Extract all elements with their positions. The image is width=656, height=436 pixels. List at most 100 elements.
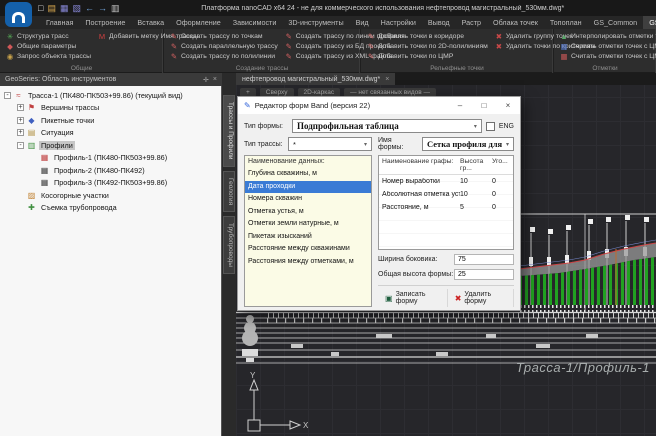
- ribbon-tab[interactable]: Облака точек: [487, 16, 544, 29]
- tree-item[interactable]: + ◆ Пикетные точки: [0, 114, 221, 127]
- title-bar: □▤▦▧←→▥ Платформа nanoCAD x64 24 - не дл…: [0, 0, 656, 16]
- form-name-combobox[interactable]: Сетка профиля для геологии 1 ▾: [422, 137, 514, 151]
- minimize-button[interactable]: –: [448, 97, 472, 114]
- ribbon-tab[interactable]: Вид: [350, 16, 375, 29]
- palette-tab[interactable]: Трассы и Профили: [223, 95, 235, 167]
- open-icon[interactable]: ▤: [47, 1, 56, 15]
- eng-checkbox[interactable]: [486, 122, 495, 131]
- ribbon-button[interactable]: ✎Создать трассу по полилинии: [170, 52, 278, 62]
- data-name-item[interactable]: Глубина скважины, м: [245, 168, 371, 181]
- data-name-item[interactable]: Дата проходки: [245, 181, 371, 194]
- ribbon-button[interactable]: ✎Добавить точки по ЦМР: [367, 52, 488, 62]
- trace-type-combobox[interactable]: * ▾: [288, 137, 372, 151]
- tree-item-icon: ▦: [40, 153, 49, 162]
- chevron-down-icon: ▾: [364, 141, 367, 148]
- ribbon-tab[interactable]: Настройки: [375, 16, 422, 29]
- table-row[interactable]: Номер выработки 10 0: [379, 175, 513, 188]
- ribbon-tab[interactable]: Топоплан: [544, 16, 588, 29]
- eng-label: ENG: [499, 123, 514, 130]
- palette-tab[interactable]: Трубопроводы: [223, 216, 235, 274]
- palette-tab[interactable]: Геология: [223, 171, 235, 212]
- delete-form-button[interactable]: ✖ Удалить форму: [448, 289, 514, 307]
- tree-expand-toggle[interactable]: +: [17, 104, 24, 111]
- form-height-input[interactable]: [454, 269, 514, 280]
- ribbon-tab[interactable]: Вывод: [422, 16, 456, 29]
- tree-expand-toggle[interactable]: -: [17, 142, 24, 149]
- form-type-combobox[interactable]: Подпрофильная таблица ▾: [292, 119, 482, 133]
- nanocad-logo-icon[interactable]: [5, 2, 32, 27]
- dialog-body: Тип формы: Подпрофильная таблица ▾ ENG Т…: [238, 114, 520, 311]
- ribbon-button-icon: ✎: [285, 52, 293, 61]
- ribbon-button[interactable]: ✳Структура трасс: [6, 31, 91, 41]
- ribbon-button[interactable]: ▲Интерполировать отметки точек: [560, 31, 656, 41]
- ribbon-button[interactable]: ✎Создать параллельную трассу: [170, 41, 278, 51]
- tree-item[interactable]: - ≈ Трасса-1 (ПК480-ПК503+99.86) (текущи…: [0, 89, 221, 102]
- maximize-button[interactable]: □: [472, 97, 496, 114]
- ribbon-tab[interactable]: GS_Common: [588, 16, 644, 29]
- ribbon-group-create-trace: ✎Создать трассу по точкам✎Создать паралл…: [164, 29, 361, 73]
- ribbon-button[interactable]: ▦Считать отметки точек с ЦМР авто: [560, 52, 656, 62]
- pin-icon[interactable]: ✛: [203, 76, 209, 84]
- new-file-icon[interactable]: □: [38, 1, 43, 15]
- data-name-item[interactable]: Пикетаж изысканий: [245, 231, 371, 244]
- form-height-label: Общая высота формы:: [378, 271, 454, 278]
- tree-item[interactable]: ✚ Съемка трубопровода: [0, 202, 221, 215]
- ribbon-tab[interactable]: Зависимости: [227, 16, 283, 29]
- tree-item[interactable]: ▦ Профиль-3 (ПК492-ПК503+99.86): [0, 177, 221, 190]
- ribbon-button[interactable]: ✎Добавить точки по 2D-полилиниям: [367, 41, 488, 51]
- ribbon-tab[interactable]: 3D-инструменты: [282, 16, 349, 29]
- ribbon-button-icon: ✖: [495, 32, 503, 41]
- save-icon[interactable]: ▦: [60, 1, 69, 15]
- tree-item[interactable]: ▨ Косогорные участки: [0, 189, 221, 202]
- side-width-input[interactable]: [454, 254, 514, 265]
- table-row[interactable]: Абсолютная отметка устья в... 10 0: [379, 188, 513, 201]
- tree-expand-toggle[interactable]: -: [4, 92, 11, 99]
- ribbon-button[interactable]: ◆Общие параметры: [6, 41, 91, 51]
- ribbon-button-icon: ✎: [170, 42, 178, 51]
- data-name-item[interactable]: Расстояния между отметками, м: [245, 256, 371, 269]
- tree-expand-toggle[interactable]: +: [17, 117, 24, 124]
- dialog-title-bar[interactable]: ✎ Редактор форм Band (версия 22) – □ ×: [238, 97, 520, 114]
- undo-icon[interactable]: ←: [85, 1, 94, 15]
- table-row[interactable]: Расстояние, м 5 0: [379, 201, 513, 214]
- ribbon-button[interactable]: ✎Создать трассу по точкам: [170, 31, 278, 41]
- tool-palette: GeoSeries: Область инструментов ✛ × - ≈ …: [0, 73, 222, 436]
- ribbon-button[interactable]: ▦Считать отметки точек с ЦМР: [560, 41, 656, 51]
- drawing-canvas[interactable]: нефтепровод магистральный_530мм.dwg* × +…: [236, 73, 656, 436]
- print-icon[interactable]: ▥: [111, 1, 120, 15]
- ribbon-tab[interactable]: Вставка: [131, 16, 170, 29]
- data-name-item[interactable]: Отметки земли натурные, м: [245, 218, 371, 231]
- ribbon-button[interactable]: ✎Добавить точки в коридоре: [367, 31, 488, 41]
- ribbon-tab[interactable]: Растр: [456, 16, 487, 29]
- tree-item[interactable]: + ▤ Ситуация: [0, 127, 221, 140]
- ribbon-button[interactable]: ◉Запрос объекта трассы: [6, 52, 91, 62]
- ribbon-tab[interactable]: GS_Trace: [643, 16, 656, 29]
- ribbon-button-icon: ◆: [6, 42, 14, 51]
- ribbon-button-icon: ✖: [495, 42, 503, 51]
- tree-expand-toggle[interactable]: +: [17, 129, 24, 136]
- save-as-icon[interactable]: ▧: [72, 1, 81, 15]
- trace-type-label: Тип трассы:: [244, 141, 284, 148]
- form-type-label: Тип формы:: [244, 123, 288, 130]
- data-name-item[interactable]: Расстояние между скважинами: [245, 243, 371, 256]
- ribbon-button-icon: ▦: [560, 52, 568, 61]
- data-name-item[interactable]: Отметка устья, м: [245, 206, 371, 219]
- tree-item[interactable]: + ⚑ Вершины трассы: [0, 102, 221, 115]
- ribbon-tab[interactable]: Построение: [79, 16, 131, 29]
- data-name-item[interactable]: Номера скважин: [245, 193, 371, 206]
- redo-icon[interactable]: →: [98, 1, 107, 15]
- dialog-buttons: ▣ Записать форму ✖ Удалить форму: [378, 285, 514, 307]
- tree-item[interactable]: ▦ Профиль-2 (ПК480-ПК492): [0, 164, 221, 177]
- close-button[interactable]: ×: [496, 97, 520, 114]
- ribbon-tab[interactable]: Оформление: [170, 16, 227, 29]
- tree-item-icon: ✚: [27, 203, 36, 212]
- save-form-button[interactable]: ▣ Записать форму: [378, 289, 448, 307]
- document-tab-close-icon[interactable]: ×: [385, 76, 389, 83]
- close-icon[interactable]: ×: [213, 76, 217, 84]
- ribbon-group-marks: ▲Интерполировать отметки точек▦Считать о…: [554, 29, 656, 73]
- ribbon-tab[interactable]: Главная: [40, 16, 79, 29]
- delete-form-icon: ✖: [455, 294, 462, 303]
- tree-item[interactable]: - ▥ Профили: [0, 139, 221, 152]
- tree-item[interactable]: ▦ Профиль-1 (ПК480-ПК503+99.86): [0, 152, 221, 165]
- document-tab[interactable]: нефтепровод магистральный_530мм.dwg* ×: [236, 73, 395, 85]
